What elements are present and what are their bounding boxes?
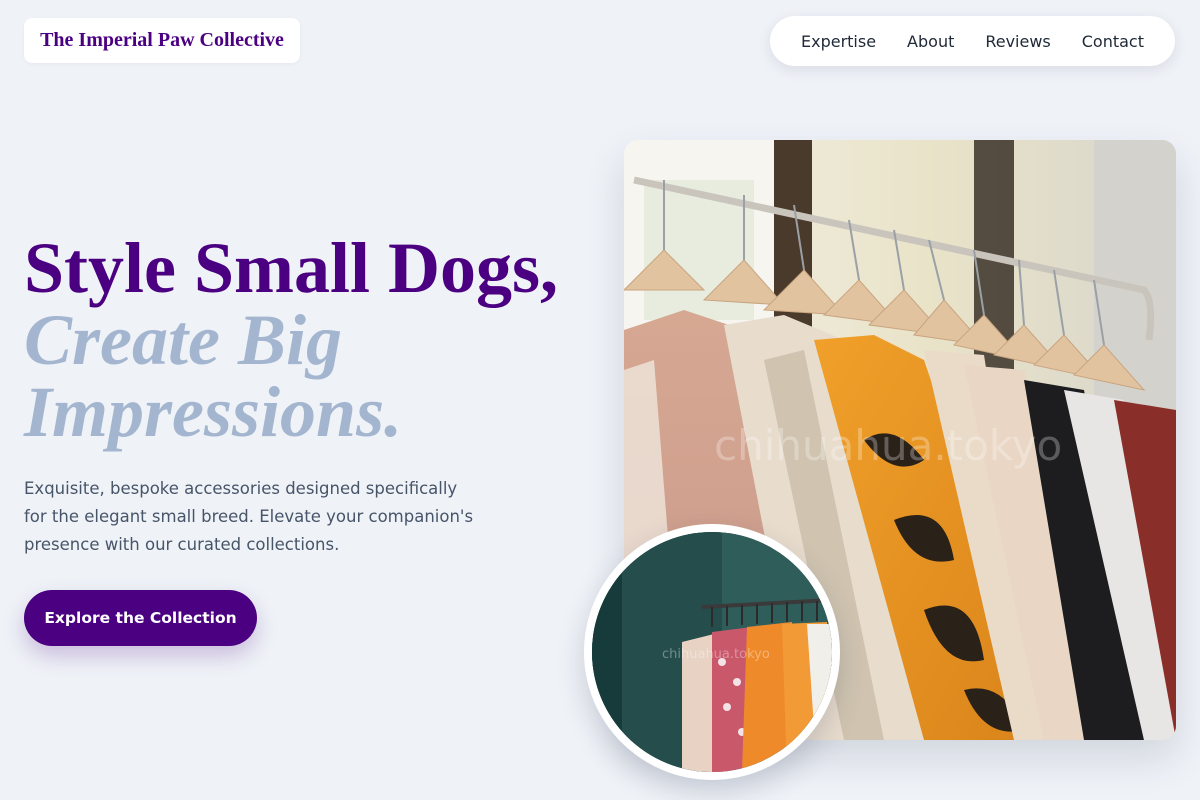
nav-item-expertise[interactable]: Expertise xyxy=(801,32,876,51)
hero-headline: Style Small Dogs, Create Big Impressions… xyxy=(24,232,604,448)
nav-item-about[interactable]: About xyxy=(907,32,954,51)
thumbnail-illustration: chihuahua.tokyo xyxy=(592,532,832,772)
hero-subtitle: Exquisite, bespoke accessories designed … xyxy=(24,479,474,554)
hero-headline-primary: Style Small Dogs, xyxy=(24,228,559,308)
thumbnail-watermark: chihuahua.tokyo xyxy=(662,647,770,662)
image-watermark: chihuahua.tokyo xyxy=(714,421,1062,470)
main-nav: Expertise About Reviews Contact xyxy=(770,16,1175,66)
nav-item-reviews[interactable]: Reviews xyxy=(985,32,1050,51)
nav-item-contact[interactable]: Contact xyxy=(1082,32,1144,51)
hero-headline-secondary: Create Big Impressions. xyxy=(24,300,403,452)
thumbnail-image-frame: chihuahua.tokyo xyxy=(584,524,840,780)
explore-collection-button[interactable]: Explore the Collection xyxy=(24,590,257,646)
brand-logo[interactable]: The Imperial Paw Collective xyxy=(24,18,300,63)
thumbnail-image-clothing-rack: chihuahua.tokyo xyxy=(592,532,832,772)
